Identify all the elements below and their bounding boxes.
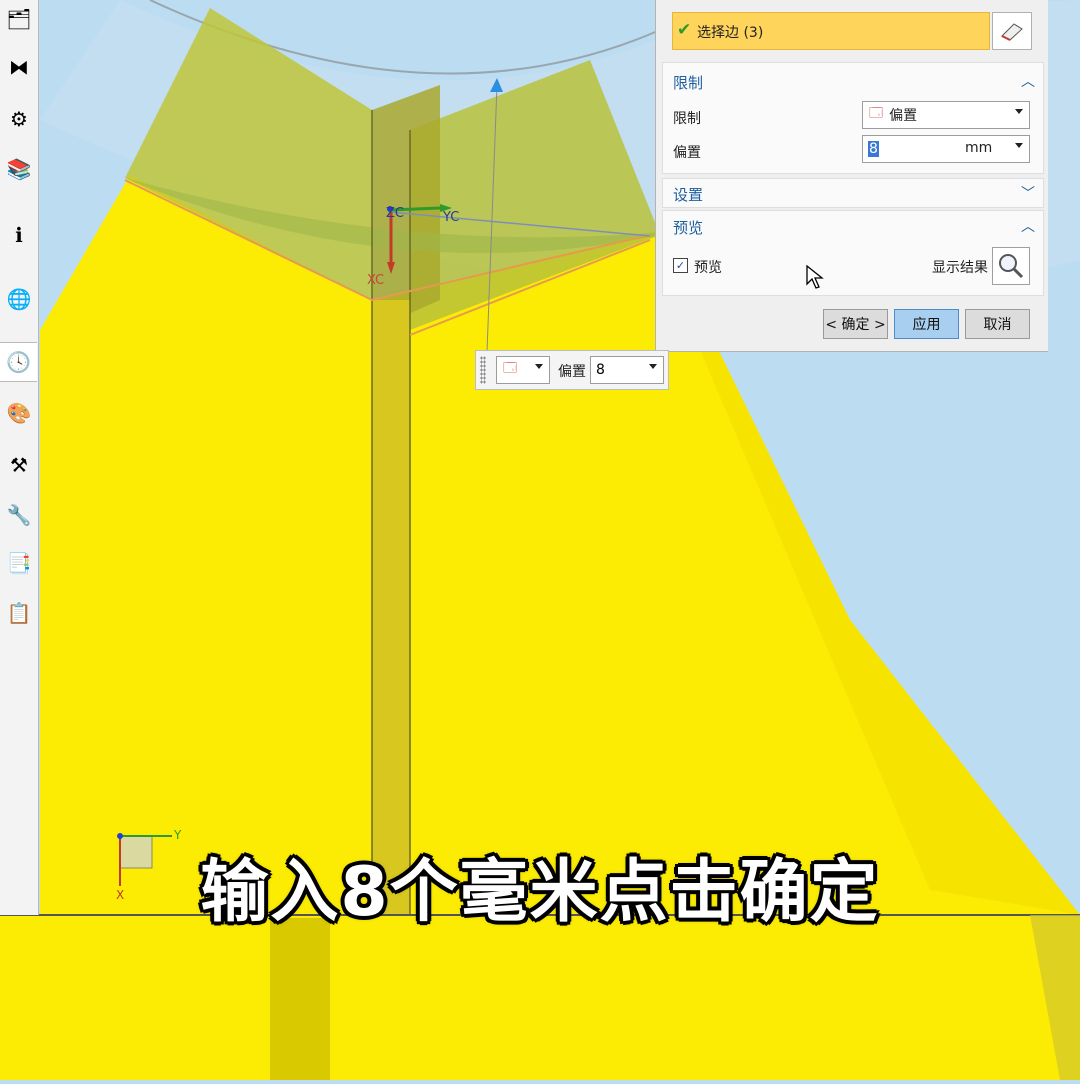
history-clock-icon[interactable]: 🕓 xyxy=(0,342,37,382)
preview-section-header[interactable]: 预览 xyxy=(673,217,703,238)
reuse-library-icon[interactable]: 📚 xyxy=(4,154,34,184)
mouse-cursor-icon xyxy=(806,265,824,289)
magnifier-icon xyxy=(999,254,1024,279)
offset-value: 8 xyxy=(868,141,879,157)
chevron-up-icon[interactable]: ︿ xyxy=(1021,216,1035,236)
preview-checkbox-label[interactable]: 预览 xyxy=(694,257,722,277)
part-navigator-icon[interactable]: ⚙ xyxy=(4,104,34,134)
limit-section-header[interactable]: 限制 xyxy=(673,72,703,93)
mini-type-select[interactable]: 🗔 xyxy=(496,356,550,384)
edge-select-icon[interactable] xyxy=(992,12,1032,50)
roles-icon[interactable]: ⚒ xyxy=(4,450,34,480)
mini-offset-label: 偏置 xyxy=(558,364,586,380)
resource-bar: 🗂 ⧓ ⚙ 📚 ℹ 🌐 🕓 🎨 ⚒ 🔧 📑 📋 xyxy=(0,0,39,915)
constraint-navigator-icon[interactable]: ⧓ xyxy=(4,52,34,82)
limit-section: 限制 ︿ 限制 🗔 偏置 偏置 8 mm xyxy=(662,62,1044,174)
web-browser-icon[interactable]: 🌐 xyxy=(4,284,34,314)
offset-unit[interactable]: mm xyxy=(965,140,992,156)
manufacturing-wizard-icon[interactable]: 📋 xyxy=(4,598,34,628)
process-studio-icon[interactable]: 📑 xyxy=(4,548,34,578)
mini-offset-value: 8 xyxy=(596,362,605,378)
xc-axis-label: XC xyxy=(367,273,385,288)
offset-surface-icon: 🗔 xyxy=(503,361,518,376)
apply-button[interactable]: 应用 xyxy=(894,309,959,339)
select-edge-label: 选择边 (3) xyxy=(697,25,764,41)
offset-surface-icon: 🗔 xyxy=(869,106,884,121)
system-materials-icon[interactable]: 🔧 xyxy=(4,500,34,530)
video-caption: 输入8个毫米点击确定 xyxy=(200,853,880,932)
information-feed-icon[interactable]: ℹ xyxy=(4,220,34,250)
yc-axis-label: YC xyxy=(443,210,460,225)
settings-section[interactable]: 设置 ﹀ xyxy=(662,178,1044,208)
preview-section: 预览 ︿ ✓ 预览 显示结果 xyxy=(662,210,1044,296)
settings-section-header[interactable]: 设置 xyxy=(673,184,703,205)
mini-offset-input[interactable]: 8 xyxy=(590,356,664,384)
chevron-down-icon[interactable]: ﹀ xyxy=(1021,183,1035,203)
zc-axis-label: ZC xyxy=(386,206,404,221)
offset-label: 偏置 xyxy=(673,145,701,161)
assembly-navigator-icon[interactable]: 🗂 xyxy=(4,4,34,34)
check-icon: ✔ xyxy=(677,20,692,40)
drag-handle-icon[interactable] xyxy=(480,356,486,384)
show-result-label: 显示结果 xyxy=(932,260,988,276)
cancel-button[interactable]: 取消 xyxy=(965,309,1030,339)
visualization-palette-icon[interactable]: 🎨 xyxy=(4,398,34,428)
preview-checkbox[interactable]: ✓ xyxy=(673,258,688,273)
offset-mini-toolbar: 🗔 偏置 8 xyxy=(475,350,669,390)
limit-type-value: 偏置 xyxy=(889,108,918,124)
select-edge-row[interactable]: ✔ 选择边 (3) xyxy=(672,12,990,50)
limit-label: 限制 xyxy=(673,111,701,127)
limit-type-select[interactable]: 🗔 偏置 xyxy=(862,101,1030,129)
show-result-button[interactable] xyxy=(992,247,1030,285)
chevron-up-icon[interactable]: ︿ xyxy=(1021,71,1035,91)
extension-dialog: ✔ 选择边 (3) 限制 ︿ 限制 🗔 偏置 偏置 8 mm 设置 ﹀ 预览 ︿… xyxy=(655,0,1048,352)
ok-button[interactable]: < 确定 > xyxy=(823,309,888,339)
offset-input[interactable]: 8 mm xyxy=(862,135,1030,163)
